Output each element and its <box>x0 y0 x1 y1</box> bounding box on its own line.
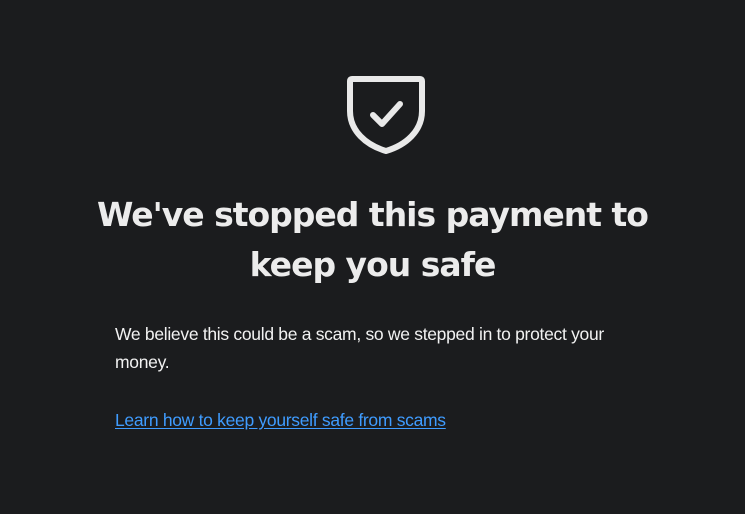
shield-check-icon <box>347 76 425 154</box>
page-title: We've stopped this payment to keep you s… <box>97 195 649 284</box>
scam-explanation-text: We believe this could be a scam, so we s… <box>115 324 604 372</box>
payment-blocked-screen: We've stopped this payment to keep you s… <box>0 0 745 514</box>
learn-scam-safety-link[interactable]: Learn how to keep yourself safe from sca… <box>115 407 446 433</box>
